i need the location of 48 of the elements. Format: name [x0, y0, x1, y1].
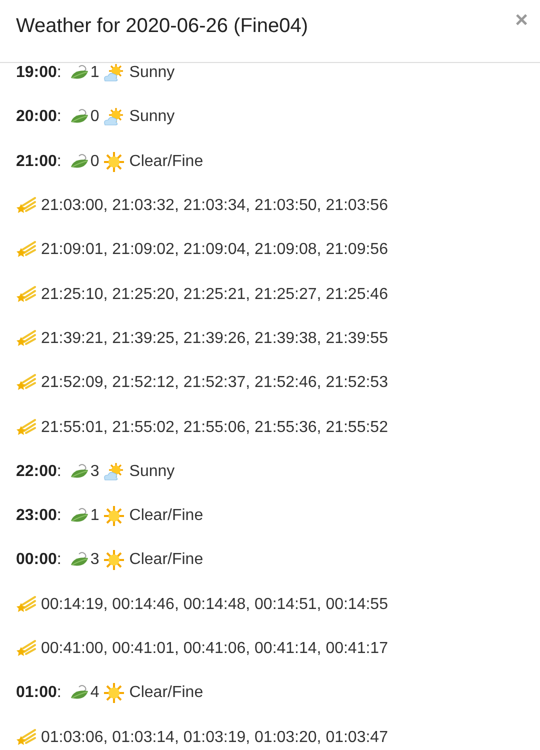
- hour-label: 01:00:: [16, 683, 62, 704]
- wind-value: 3: [90, 550, 100, 570]
- sun-icon: [104, 683, 124, 704]
- sun-cloud-icon: [104, 462, 124, 481]
- meteor-times: 01:03:06, 01:03:14, 01:03:19, 01:03:20, 01:03:47: [41, 728, 388, 748]
- wind-value: 1: [90, 63, 100, 84]
- meteor-times: 21:55:01, 21:55:02, 21:55:06, 21:55:36, 21:55:52: [41, 418, 388, 438]
- weather-label: Sunny: [129, 63, 175, 84]
- weather-label: Clear/Fine: [129, 550, 204, 570]
- shooting-star-icon: [16, 197, 36, 216]
- dialog-title: Weather for 2020-06-26 (Fine04): [16, 14, 308, 39]
- sun-icon: [104, 550, 124, 570]
- close-button[interactable]: ×: [511, 9, 532, 31]
- shooting-star-icon: [16, 728, 36, 747]
- meteor-times: 21:39:21, 21:39:25, 21:39:26, 21:39:38, 21:39:55: [41, 328, 388, 349]
- sun-cloud-icon: [104, 64, 124, 82]
- meteor-times: 21:09:01, 21:09:02, 21:09:04, 21:09:08, 21:09:56: [41, 240, 388, 260]
- shooting-star-icon: [16, 418, 36, 437]
- wind-value: 0: [90, 107, 100, 128]
- sun-icon: [104, 152, 124, 172]
- hour-label: 22:00:: [16, 462, 62, 482]
- meteor-times: 21:52:09, 21:52:12, 21:52:37, 21:52:46, 21:52:53: [41, 373, 388, 394]
- shooting-star-icon: [16, 374, 36, 392]
- shooting-star-icon: [16, 286, 36, 304]
- sun-icon: [104, 506, 124, 526]
- wind-value: 0: [90, 152, 100, 172]
- meteor-times: 00:41:00, 00:41:01, 00:41:06, 00:41:14, 00:41:17: [41, 639, 388, 659]
- meteor-times: 21:25:10, 21:25:20, 21:25:21, 21:25:27, 21:25:46: [41, 284, 388, 305]
- weather-label: Clear/Fine: [129, 683, 204, 704]
- hour-label: 21:00:: [16, 152, 62, 172]
- meteor-times: 00:14:19, 00:14:46, 00:14:48, 00:14:51, 00:14:55: [41, 594, 388, 615]
- weather-label: Sunny: [129, 462, 175, 482]
- hour-label: 19:00:: [16, 63, 62, 84]
- shooting-star-icon: [16, 596, 36, 614]
- shooting-star-icon: [16, 241, 36, 260]
- hour-label: 23:00:: [16, 506, 62, 526]
- shooting-star-icon: [16, 330, 36, 348]
- weather-label: Sunny: [129, 107, 175, 128]
- weather-label: Clear/Fine: [129, 506, 204, 526]
- hour-label: 20:00:: [16, 107, 62, 128]
- shooting-star-icon: [16, 640, 36, 658]
- wind-value: 3: [90, 462, 100, 482]
- hour-label: 00:00:: [16, 550, 62, 570]
- weather-label: Clear/Fine: [129, 152, 204, 172]
- meteor-times: 21:03:00, 21:03:32, 21:03:34, 21:03:50, 21:03:56: [41, 196, 388, 216]
- wind-value: 4: [90, 683, 100, 704]
- wind-value: 1: [90, 506, 100, 526]
- sun-cloud-icon: [104, 108, 124, 126]
